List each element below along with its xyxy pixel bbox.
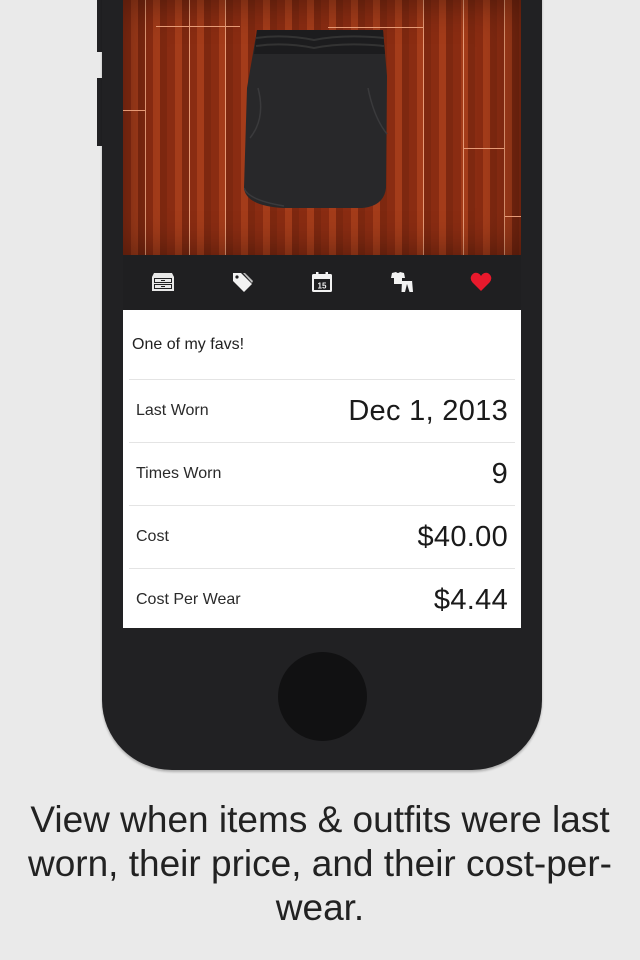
detail-value: $4.44 <box>433 583 508 616</box>
calendar-button[interactable]: 15 <box>302 262 342 302</box>
tag-button[interactable] <box>222 262 262 302</box>
detail-label: Cost <box>136 528 169 545</box>
svg-text:15: 15 <box>318 282 327 291</box>
drawer-icon <box>151 273 174 291</box>
detail-value: Dec 1, 2013 <box>348 394 508 427</box>
detail-label: Last Worn <box>136 402 209 419</box>
detail-label: Times Worn <box>136 465 222 482</box>
item-photo[interactable] <box>123 0 521 255</box>
floor-seam <box>464 148 504 149</box>
home-button[interactable] <box>278 652 367 741</box>
item-note[interactable]: One of my favs! <box>123 310 521 379</box>
outfit-icon <box>390 272 413 292</box>
marketing-caption: View when items & outfits were last worn… <box>27 799 612 928</box>
detail-value: $40.00 <box>417 520 508 553</box>
detail-row-cost[interactable]: Cost $40.00 <box>129 505 515 568</box>
detail-row-cost-per-wear[interactable]: Cost Per Wear $4.44 <box>129 568 515 628</box>
detail-row-times-worn[interactable]: Times Worn 9 <box>129 442 515 505</box>
floor-seam <box>505 216 521 217</box>
app-screen: 15 One of my favs! Last Worn Dec 1, 2013… <box>123 0 521 628</box>
outfit-button[interactable] <box>382 262 422 302</box>
detail-value: 9 <box>491 457 508 490</box>
skirt-image <box>244 30 388 208</box>
floor-seam <box>156 26 240 27</box>
detail-row-last-worn[interactable]: Last Worn Dec 1, 2013 <box>129 379 515 442</box>
floor-seam <box>123 110 145 111</box>
tag-icon <box>233 273 254 292</box>
drawer-button[interactable] <box>143 262 183 302</box>
detail-label: Cost Per Wear <box>136 591 241 608</box>
heart-icon <box>470 272 492 291</box>
favorite-button[interactable] <box>461 262 501 302</box>
item-toolbar: 15 <box>123 255 521 309</box>
calendar-icon: 15 <box>311 272 332 292</box>
item-details-card: One of my favs! Last Worn Dec 1, 2013 Ti… <box>123 310 521 628</box>
